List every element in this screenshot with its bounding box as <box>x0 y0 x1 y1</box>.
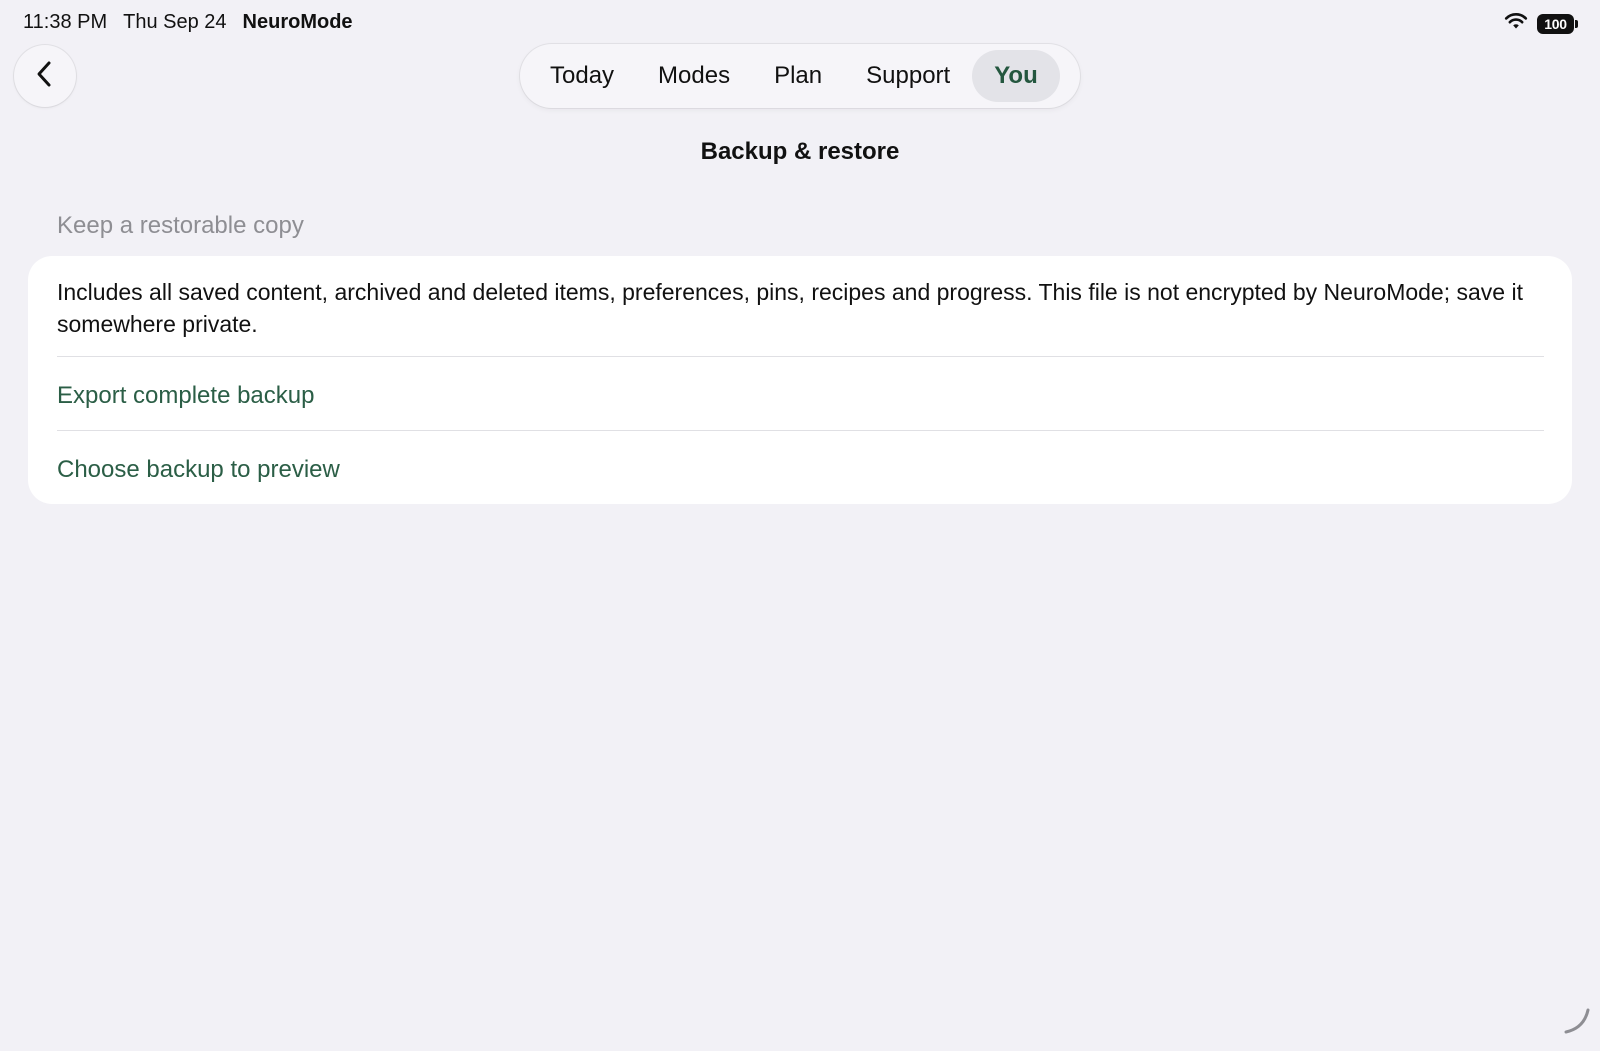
tab-plan[interactable]: Plan <box>752 50 844 102</box>
status-bar-left: 11:38 PM Thu Sep 24 NeuroMode <box>23 11 353 34</box>
tab-modes[interactable]: Modes <box>636 50 752 102</box>
tab-bar: Today Modes Plan Support You <box>520 44 1080 108</box>
status-time: 11:38 PM <box>23 11 108 33</box>
export-backup-button[interactable]: Export complete backup <box>57 382 314 410</box>
wifi-icon <box>1504 12 1528 35</box>
status-date: Thu Sep 24 <box>123 11 227 33</box>
screen: 11:38 PM Thu Sep 24 NeuroMode 100 Today … <box>0 0 1600 1051</box>
status-app-name: NeuroMode <box>242 11 353 33</box>
corner-handle-icon <box>1562 1006 1592 1041</box>
divider <box>57 356 1544 357</box>
tab-today[interactable]: Today <box>528 50 636 102</box>
backup-description: Includes all saved content, archived and… <box>57 279 1523 337</box>
battery-tip <box>1575 19 1578 28</box>
back-button[interactable] <box>14 45 76 107</box>
section-header: Keep a restorable copy <box>57 212 304 239</box>
battery-icon: 100 <box>1537 13 1578 34</box>
page-title: Backup & restore <box>700 138 900 165</box>
tab-you[interactable]: You <box>972 50 1060 102</box>
battery-level: 100 <box>1537 13 1574 34</box>
divider <box>57 430 1544 431</box>
choose-backup-button[interactable]: Choose backup to preview <box>57 456 340 484</box>
status-bar-right: 100 <box>1504 12 1578 35</box>
chevron-left-icon <box>34 59 56 94</box>
tab-support[interactable]: Support <box>844 50 972 102</box>
backup-card: Includes all saved content, archived and… <box>28 256 1572 504</box>
